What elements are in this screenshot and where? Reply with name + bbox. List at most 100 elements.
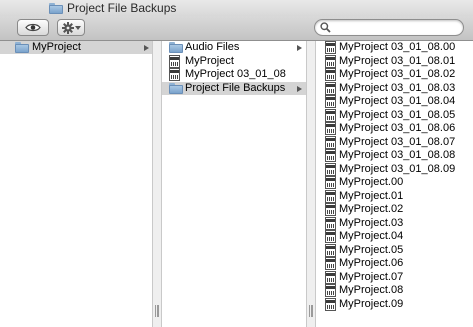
project-file-icon [325, 54, 336, 68]
item-label: MyProject 03_01_08.00 [339, 41, 456, 53]
file-item[interactable]: MyProject 03_01_08.09 [316, 162, 473, 176]
file-item[interactable]: MyProject.08 [316, 284, 473, 297]
project-file-icon [325, 68, 336, 81]
project-file-icon [325, 189, 336, 203]
item-label: Audio Files [185, 41, 240, 53]
project-file-icon [325, 243, 336, 257]
project-file-icon [325, 216, 336, 230]
file-item[interactable]: MyProject.07 [316, 270, 473, 284]
file-item[interactable]: MyProject.01 [316, 189, 473, 203]
project-file-icon [325, 149, 336, 162]
item-label: MyProject.09 [339, 297, 404, 310]
item-label: MyProject [185, 54, 234, 67]
chevron-down-icon [74, 25, 81, 30]
folder-icon [49, 2, 63, 14]
item-label: MyProject 03_01_08.09 [339, 162, 456, 175]
column-resize-handle[interactable] [306, 41, 316, 327]
disclosure-arrow-icon [297, 85, 302, 92]
item-label: MyProject.06 [339, 257, 404, 269]
file-item[interactable]: MyProject 03_01_08.03 [316, 81, 473, 95]
window-title: Project File Backups [49, 1, 176, 15]
file-item[interactable]: MyProject 03_01_08.00 [316, 41, 473, 54]
file-item[interactable]: MyProject 03_01_08.01 [316, 54, 473, 68]
column-browser: MyProject Audio Files MyProject MyProject … [0, 41, 473, 327]
item-label: MyProject.08 [339, 284, 404, 296]
project-file-icon [325, 297, 336, 311]
folder-icon [15, 42, 29, 53]
item-label: MyProject 03_01_08.08 [339, 149, 456, 161]
project-file-icon [325, 257, 336, 270]
file-item[interactable]: MyProject 03_01_08.05 [316, 108, 473, 122]
disclosure-arrow-icon [144, 45, 149, 51]
title-bar[interactable]: Project File Backups [0, 0, 473, 16]
grip-icon[interactable] [155, 305, 159, 317]
search-field[interactable] [314, 19, 464, 36]
item-label: MyProject.01 [339, 189, 404, 202]
file-item[interactable]: MyProject.09 [316, 297, 473, 311]
item-label: MyProject.03 [339, 216, 404, 229]
finder-window: Project File Backups MyProject Audio Fil… [0, 0, 473, 327]
file-item[interactable]: MyProject.02 [316, 203, 473, 216]
column-3[interactable]: MyProject 03_01_08.00 MyProject 03_01_08.… [316, 41, 473, 327]
item-label: MyProject 03_01_08.03 [339, 81, 456, 94]
file-item[interactable]: MyProject.04 [316, 230, 473, 243]
file-item[interactable]: MyProject 03_01_08.06 [316, 122, 473, 135]
column-resize-handle[interactable] [152, 41, 162, 327]
item-label: MyProject.05 [339, 243, 404, 256]
item-label: MyProject.04 [339, 230, 404, 242]
project-file-icon [325, 176, 336, 189]
toolbar [0, 16, 473, 41]
item-label: MyProject 03_01_08.07 [339, 135, 456, 148]
search-input[interactable] [333, 21, 457, 34]
file-item[interactable]: MyProject 03_01_08 [162, 68, 306, 81]
project-file-icon [325, 284, 336, 297]
column-1[interactable]: MyProject [0, 41, 152, 327]
folder-icon [169, 42, 183, 53]
item-label: MyProject.00 [339, 176, 404, 188]
project-file-icon [169, 54, 180, 68]
item-label: MyProject 03_01_08.02 [339, 68, 456, 80]
item-label: MyProject 03_01_08 [185, 68, 286, 80]
grip-icon[interactable] [309, 305, 313, 317]
project-file-icon [325, 81, 336, 95]
project-file-icon [325, 270, 336, 284]
item-label: MyProject [32, 41, 81, 53]
quick-look-button[interactable] [17, 19, 49, 36]
project-file-icon [325, 41, 336, 54]
item-label: MyProject 03_01_08.01 [339, 54, 456, 67]
folder-item[interactable]: Audio Files [162, 41, 306, 54]
disclosure-arrow-icon [297, 45, 302, 51]
item-label: MyProject 03_01_08.04 [339, 95, 456, 107]
eye-icon [25, 23, 41, 32]
file-item[interactable]: MyProject 03_01_08.07 [316, 135, 473, 149]
project-file-icon [325, 230, 336, 243]
project-file-icon [325, 162, 336, 176]
project-file-icon [325, 135, 336, 149]
window-title-text: Project File Backups [67, 1, 177, 15]
item-label: MyProject 03_01_08.06 [339, 122, 456, 134]
column-2[interactable]: Audio Files MyProject MyProject 03_01_08 Pr… [162, 41, 306, 327]
file-item[interactable]: MyProject.03 [316, 216, 473, 230]
item-label: MyProject.02 [339, 203, 404, 215]
item-label: MyProject.07 [339, 270, 404, 283]
gear-icon [61, 21, 74, 34]
file-item[interactable]: MyProject.06 [316, 257, 473, 270]
project-file-icon [325, 203, 336, 216]
item-label: Project File Backups [185, 81, 286, 94]
file-item[interactable]: MyProject [162, 54, 306, 68]
action-menu-button[interactable] [57, 19, 85, 36]
folder-item[interactable]: MyProject [0, 41, 152, 54]
item-label: MyProject 03_01_08.05 [339, 108, 456, 121]
file-item[interactable]: MyProject 03_01_08.08 [316, 149, 473, 162]
project-file-icon [325, 95, 336, 108]
project-file-icon [325, 122, 336, 135]
file-item[interactable]: MyProject.05 [316, 243, 473, 257]
project-file-icon [325, 108, 336, 122]
file-item[interactable]: MyProject 03_01_08.04 [316, 95, 473, 108]
search-icon [320, 22, 331, 33]
file-item[interactable]: MyProject.00 [316, 176, 473, 189]
folder-item[interactable]: Project File Backups [162, 81, 306, 95]
project-file-icon [169, 68, 180, 81]
file-item[interactable]: MyProject 03_01_08.02 [316, 68, 473, 81]
folder-icon [169, 82, 183, 94]
